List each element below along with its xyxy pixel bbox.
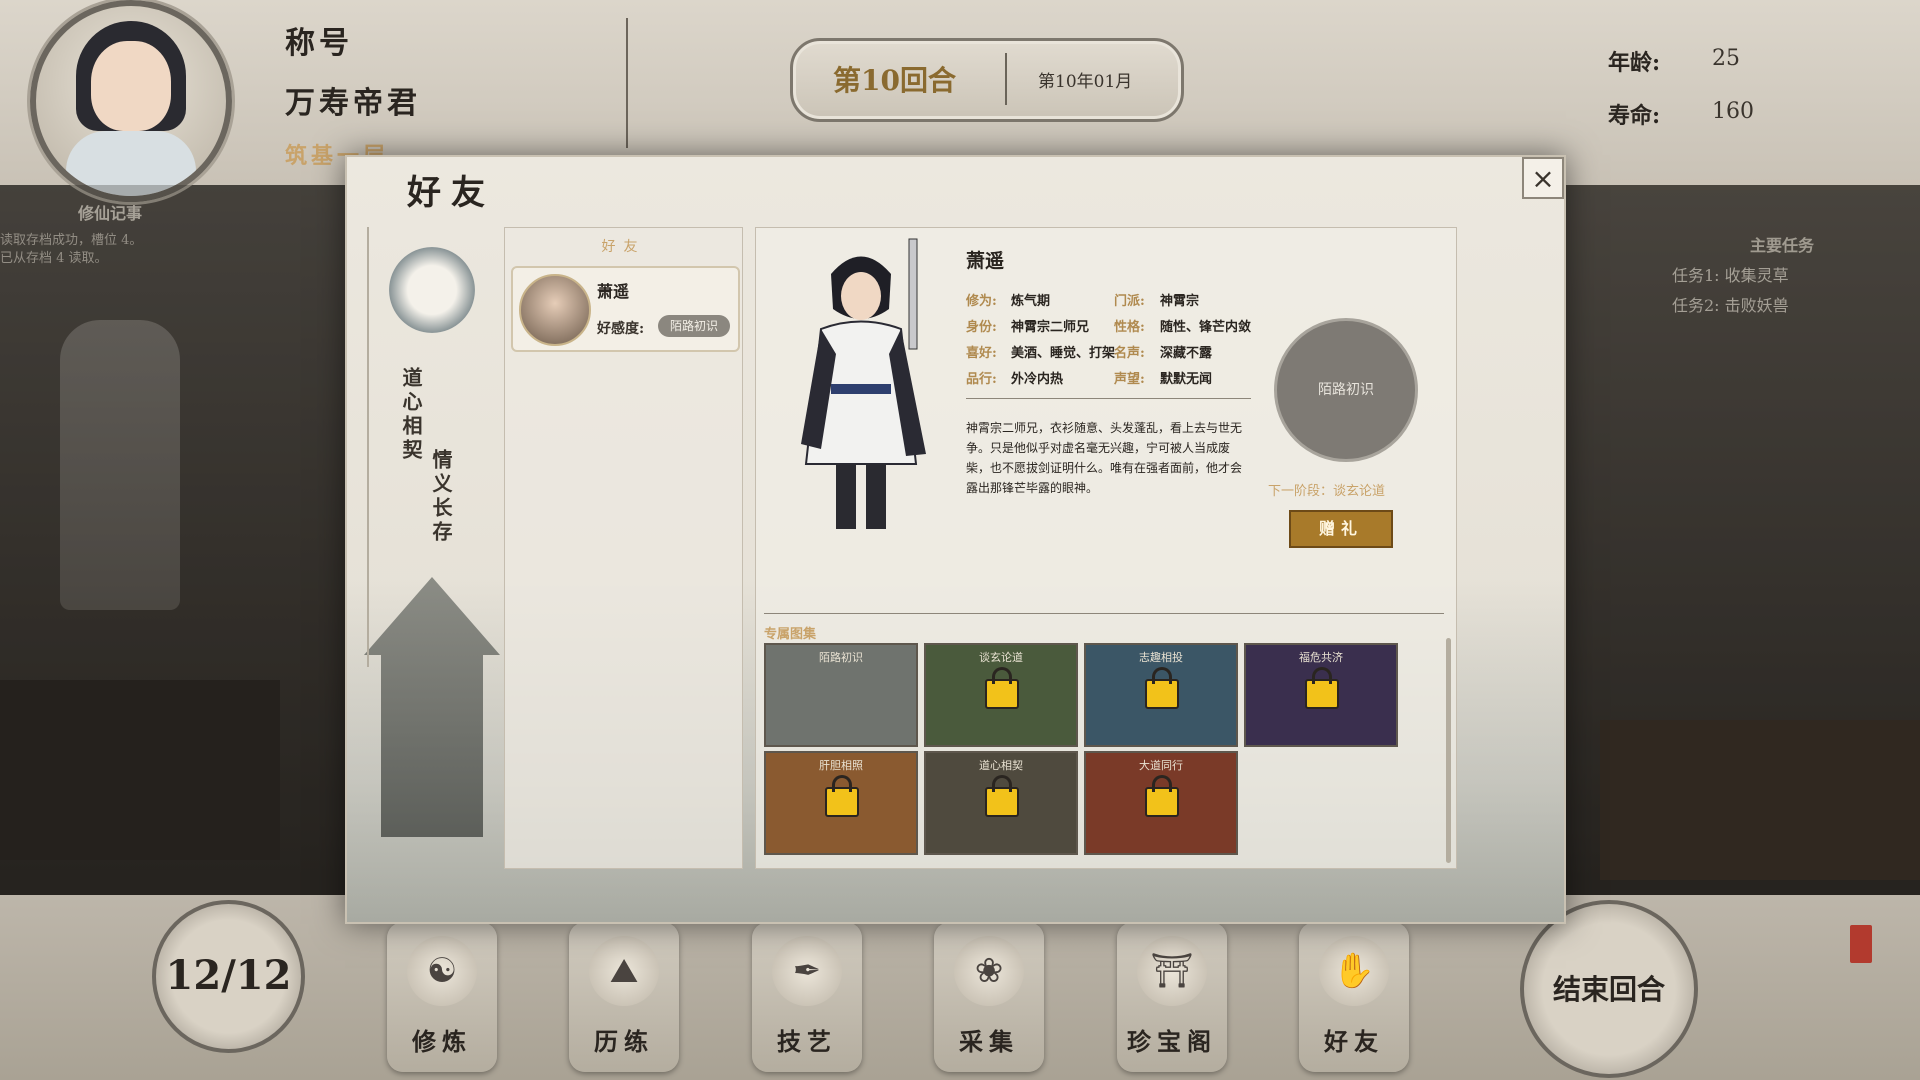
nav-label: 采集 [959, 1027, 1019, 1056]
friend-list: 好友 萧遥 好感度: 陌路初识 [504, 227, 743, 869]
nav-treasure-button[interactable]: ⛩ 珍宝阁 [1117, 922, 1227, 1072]
age-value: 25 [1712, 46, 1740, 71]
cg-title: 陌路初识 [819, 651, 863, 664]
friend-list-title: 好友 [601, 239, 646, 255]
lifespan-label: 寿命: [1608, 103, 1661, 129]
cg-thumbnail[interactable]: 肝胆相照 [764, 751, 918, 855]
lock-icon [825, 775, 859, 817]
next-stage-label: 下一阶段：谈玄论道 [1268, 484, 1386, 499]
attr-value: 深藏不露 [1160, 346, 1213, 361]
nav-training-button[interactable]: ⛰ 历练 [569, 922, 679, 1072]
red-seal-icon [1850, 925, 1872, 963]
friend-detail-name: 萧遥 [966, 250, 1005, 272]
attr-value: 外冷内热 [1011, 372, 1064, 387]
close-icon: × [1531, 161, 1555, 195]
friend-avatar [519, 274, 591, 346]
attr-key: 名声: [1114, 346, 1145, 361]
herb-icon: ❀ [954, 936, 1024, 1006]
cg-title: 肝胆相照 [819, 759, 863, 772]
cg-title: 大道同行 [1139, 759, 1183, 772]
end-turn-button[interactable]: 结束回合 [1520, 900, 1698, 1078]
attr-key: 品行: [966, 372, 997, 387]
cg-thumbnail[interactable]: 大道同行 [1084, 751, 1238, 855]
cg-title: 福危共济 [1299, 651, 1343, 664]
friend-description: 神霄宗二师兄，衣衫随意、头发蓬乱，看上去与世无争。只是他似乎对虚名毫无兴趣，宁可… [966, 421, 1243, 495]
cg-title: 道心相契 [979, 759, 1023, 772]
mountain-icon: ⛰ [589, 936, 659, 1006]
attr-key: 声望: [1114, 372, 1145, 387]
attr-key: 性格: [1114, 320, 1145, 335]
side-ornament: 道心相契 情义长存 [367, 227, 475, 667]
title-label: 称号 [285, 26, 353, 61]
round-indicator: 第10回合 第10年01月 [790, 38, 1184, 122]
round-number: 第10回合 [833, 64, 956, 97]
character-portrait [801, 238, 926, 529]
cg-thumbnail[interactable]: 陌路初识 [764, 643, 918, 747]
pavilion-icon: ⛩ [1137, 936, 1207, 1006]
cg-thumbnail[interactable]: 道心相契 [924, 751, 1078, 855]
player-avatar[interactable] [30, 0, 232, 202]
action-points-dial: 12/12 [152, 900, 305, 1053]
lifespan-value: 160 [1712, 99, 1754, 124]
round-date: 第10年01月 [1038, 72, 1133, 92]
gallery-scrollbar[interactable] [1446, 638, 1451, 863]
cg-thumbnail[interactable]: 谈玄论道 [924, 643, 1078, 747]
friend-card-xiaoyao[interactable]: 萧遥 好感度: 陌路初识 [511, 266, 740, 352]
gift-button[interactable]: 赠礼 [1289, 510, 1393, 548]
cg-title: 谈玄论道 [979, 651, 1023, 664]
friend-detail: 萧遥 修为: 炼气期 身份: 神霄宗二师兄 喜好: 美酒、睡觉、打架 品行: 外… [755, 227, 1457, 869]
meditate-icon: ☯ [407, 936, 477, 1006]
lock-icon [1145, 667, 1179, 709]
round-separator [1005, 53, 1007, 105]
hud-divider [626, 18, 628, 148]
handshake-icon: ✋ [1319, 936, 1389, 1006]
relationship-stage: 陌路初识 [1274, 318, 1418, 462]
attr-value: 默默无闻 [1160, 372, 1213, 387]
attr-value: 美酒、睡觉、打架 [1011, 346, 1116, 361]
end-turn-label: 结束回合 [1552, 973, 1665, 1006]
title-value: 万寿帝君 [285, 86, 421, 121]
detail-divider [966, 398, 1251, 399]
lock-icon [1305, 667, 1339, 709]
gallery-title: 专属图集 [764, 627, 817, 642]
attr-value: 随性、锋芒内敛 [1160, 320, 1252, 335]
nav-label: 历练 [594, 1027, 654, 1056]
nav-label: 珍宝阁 [1127, 1027, 1217, 1056]
modal-title: 好友 [407, 173, 495, 213]
attr-key: 修为: [966, 294, 997, 309]
friends-modal: 好友 × 道心相契 情义长存 好友 萧遥 好感度: 陌路初识 萧遥 修为: 炼气… [345, 155, 1566, 924]
close-button[interactable]: × [1522, 157, 1564, 199]
brush-icon: ✒ [772, 936, 842, 1006]
nav-craft-button[interactable]: ✒ 技艺 [752, 922, 862, 1072]
nav-label: 修炼 [412, 1027, 472, 1056]
motto-vertical-1: 道心相契 [399, 367, 423, 463]
nav-label: 好友 [1324, 1027, 1384, 1056]
nav-gather-button[interactable]: ❀ 采集 [934, 922, 1044, 1072]
lock-icon [1145, 775, 1179, 817]
friendship-emblem-icon [389, 247, 475, 333]
cg-thumbnail[interactable]: 志趣相投 [1084, 643, 1238, 747]
attr-key: 门派: [1114, 294, 1145, 309]
avatar-face [91, 41, 171, 131]
nav-cultivate-button[interactable]: ☯ 修炼 [387, 922, 497, 1072]
age-label: 年龄: [1608, 50, 1661, 76]
motto-vertical-2: 情义长存 [429, 449, 453, 545]
attr-key: 身份: [966, 320, 997, 335]
gallery-divider [764, 613, 1444, 614]
cg-thumbnail[interactable]: 福危共济 [1244, 643, 1398, 747]
attr-value: 炼气期 [1011, 294, 1051, 309]
attr-value: 神霄宗 [1160, 294, 1200, 309]
nav-label: 技艺 [777, 1027, 837, 1056]
lock-icon [985, 667, 1019, 709]
cg-title: 志趣相投 [1139, 651, 1183, 664]
lock-icon [985, 775, 1019, 817]
nav-friends-button[interactable]: ✋ 好友 [1299, 922, 1409, 1072]
stage-label: 陌路初识 [1318, 382, 1374, 398]
action-points: 12/12 [165, 952, 292, 999]
favor-label: 好感度: [597, 321, 645, 337]
favor-badge: 陌路初识 [658, 315, 730, 337]
attr-key: 喜好: [966, 346, 997, 361]
attr-value: 神霄宗二师兄 [1011, 320, 1090, 335]
friend-name: 萧遥 [597, 282, 630, 301]
